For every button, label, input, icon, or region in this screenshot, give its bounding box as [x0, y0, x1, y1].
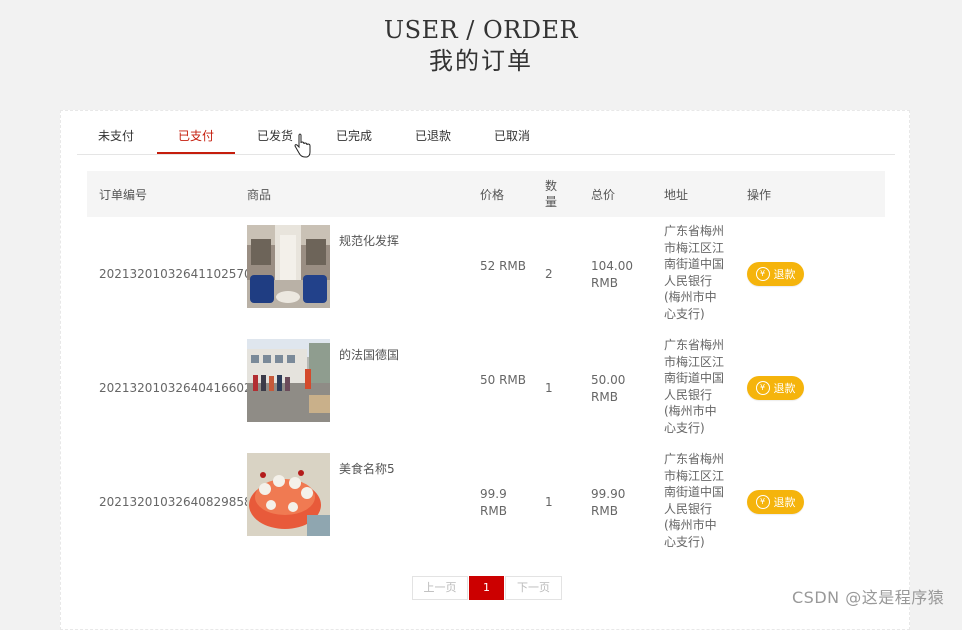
refund-button[interactable]: ¥ 退款: [747, 490, 804, 514]
prev-page-button[interactable]: 上一页: [412, 576, 468, 600]
quantity: 1: [545, 381, 553, 395]
tab-completed[interactable]: 已完成: [315, 111, 393, 153]
page-title-en: USER / ORDER: [383, 16, 579, 44]
tab-unpaid[interactable]: 未支付: [77, 111, 155, 153]
product-name[interactable]: 规范化发挥: [339, 233, 399, 250]
header-product: 商品: [247, 187, 272, 202]
header-quantity: 数量: [545, 179, 558, 209]
order-number: 20213201032641102570: [99, 267, 252, 281]
total-price: 104.00 RMB: [591, 259, 633, 290]
page-header: USER / ORDER 我的订单: [0, 14, 962, 76]
table-row: 20213201032641102570 规范化发挥 52 RMB 2 104.…: [87, 217, 885, 331]
quantity: 2: [545, 267, 553, 281]
header-action: 操作: [747, 187, 772, 202]
product-image[interactable]: [247, 225, 330, 308]
refund-button[interactable]: ¥ 退款: [747, 376, 804, 400]
header-address: 地址: [664, 187, 689, 202]
shipping-address: 广东省梅州市梅江区江南街道中国人民银行(梅州市中心支行): [664, 224, 725, 321]
product-image[interactable]: [247, 339, 330, 422]
next-page-button[interactable]: 下一页: [505, 576, 562, 600]
table-header: 订单编号 商品 价格 数量 总价 地址 操作: [87, 171, 885, 217]
header-price: 价格: [480, 187, 505, 202]
tab-refunded[interactable]: 已退款: [394, 111, 472, 153]
shipping-address: 广东省梅州市梅江区江南街道中国人民银行(梅州市中心支行): [664, 338, 725, 435]
tab-cancelled[interactable]: 已取消: [473, 111, 551, 153]
order-status-tabs: 未支付 已支付 已发货 已完成 已退款 已取消: [77, 111, 895, 158]
shipping-address: 广东省梅州市梅江区江南街道中国人民银行(梅州市中心支行): [664, 452, 725, 549]
hand-pointer-icon: [294, 133, 311, 158]
pagination: 上一页 1 下一页: [412, 576, 562, 600]
page-title-cn: 我的订单: [429, 47, 533, 75]
table-row: 20213201032640829858 美食名称5 99.9 RMB 1 99…: [87, 445, 885, 559]
refund-label: 退款: [773, 268, 796, 281]
yen-circle-icon: ¥: [755, 267, 770, 281]
total-price: 50.00 RMB: [591, 373, 626, 404]
product-image[interactable]: [247, 453, 330, 536]
tab-paid[interactable]: 已支付: [157, 111, 235, 154]
quantity: 1: [545, 495, 553, 509]
unit-price: 50 RMB: [480, 373, 527, 387]
refund-button[interactable]: ¥ 退款: [747, 262, 804, 286]
current-page[interactable]: 1: [469, 576, 504, 600]
unit-price: 99.9 RMB: [480, 487, 507, 518]
watermark: CSDN @这是程序猿: [792, 588, 945, 607]
yen-circle-icon: ¥: [755, 381, 770, 395]
refund-label: 退款: [773, 382, 796, 395]
product-name[interactable]: 的法国德国: [339, 347, 399, 364]
refund-label: 退款: [773, 496, 796, 509]
total-price: 99.90 RMB: [591, 487, 626, 518]
orders-card: 未支付 已支付 已发货 已完成 已退款 已取消 订单编号 商品 价格 数量 总价…: [60, 110, 910, 630]
header-order-no: 订单编号: [99, 187, 148, 202]
product-name[interactable]: 美食名称5: [339, 461, 395, 478]
unit-price: 52 RMB: [480, 259, 527, 273]
yen-circle-icon: ¥: [755, 495, 770, 509]
header-total: 总价: [591, 187, 616, 202]
table-row: 20213201032640416602 的法国德国 50 RMB 1 50.0…: [87, 331, 885, 445]
orders-table: 订单编号 商品 价格 数量 总价 地址 操作 20213201032641102…: [87, 171, 885, 559]
order-number: 20213201032640829858: [99, 495, 252, 509]
order-number: 20213201032640416602: [99, 381, 252, 395]
